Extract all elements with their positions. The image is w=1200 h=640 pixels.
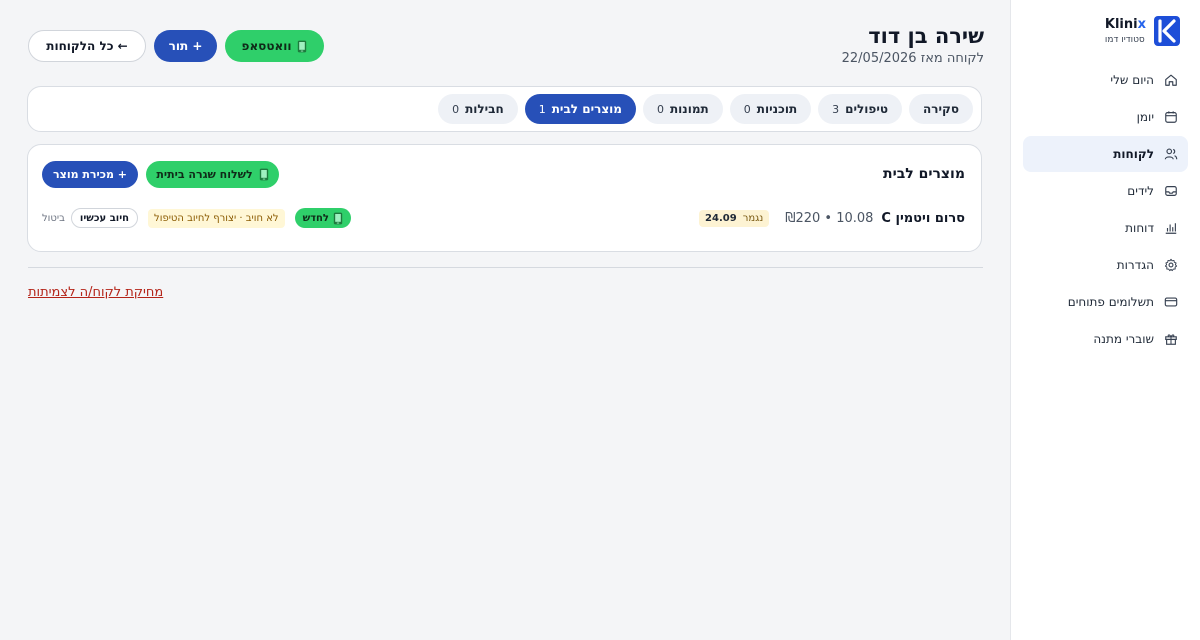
tab-label: טיפולים: [845, 102, 888, 116]
inbox-icon: [1165, 186, 1177, 196]
sidebar-item-label: תשלומים פתוחים: [1067, 295, 1154, 309]
section-title: מוצרים לבית: [883, 166, 965, 182]
product-price-date: ₪220 • 10.08: [785, 210, 874, 226]
tab-count: 0: [452, 102, 460, 116]
sidebar-item-label: הגדרות: [1116, 258, 1154, 272]
ends-label: נגמר: [742, 212, 764, 224]
sidebar-item-clients[interactable]: לקוחות: [1023, 136, 1188, 172]
tab-label: סקירה: [923, 102, 959, 116]
main-content: שירה בן דוד לקוחה מאז 22/05/2026 ← כל הל…: [0, 0, 1010, 640]
charge-status-badge: לא חויב · יצורף לחיוב הטיפול: [148, 208, 285, 228]
sidebar-item-label: יומן: [1136, 110, 1154, 124]
sidebar-item-reports[interactable]: דוחות: [1023, 210, 1188, 246]
tab-count: 0: [656, 102, 664, 116]
sidebar-item-settings[interactable]: הגדרות: [1023, 247, 1188, 283]
sidebar-item-label: שוברי מתנה: [1093, 332, 1154, 346]
all-clients-label: ← כל הלקוחות: [46, 39, 128, 53]
studio-name: סטודיו דמו: [1104, 35, 1145, 45]
tab-label: תמונות: [669, 102, 709, 116]
phone-icon: [259, 168, 268, 181]
client-since: לקוחה מאז 22/05/2026: [841, 51, 984, 66]
whatsapp-label: וואטסאפ: [241, 39, 292, 53]
tab-count: 3: [832, 102, 840, 116]
tabs: סקירה טיפולים 3 תוכניות 0 תמונות 0 מוצרי…: [438, 94, 973, 124]
brand-name: Klinix: [1104, 17, 1146, 32]
product-row: סרום ויטמין C ₪220 • 10.08 נגמר 24.09 לח…: [42, 207, 965, 229]
sidebar-item-gift-vouchers[interactable]: שוברי מתנה: [1023, 321, 1188, 357]
tab-label: מוצרים לבית: [551, 102, 622, 116]
tab-packages[interactable]: חבילות 0: [438, 94, 518, 124]
phone-icon: [333, 212, 343, 224]
sell-product-label: + מכירת מוצר: [53, 168, 127, 181]
sidebar-item-open-payments[interactable]: תשלומים פתוחים: [1023, 284, 1188, 320]
ends-badge: נגמר 24.09: [699, 209, 770, 227]
sidebar-item-calendar[interactable]: יומן: [1023, 99, 1188, 135]
client-name: שירה בן דוד: [868, 24, 984, 48]
tab-plans[interactable]: תוכניות 0: [729, 94, 812, 124]
send-home-routine-label: לשלוח שגרה ביתית: [156, 168, 253, 181]
charge-now-button[interactable]: חיוב עכשיו: [70, 208, 139, 228]
sidebar-nav: היום שלי יומן לקוחות לידים דוחות הגדרות …: [1023, 62, 1188, 358]
gear-icon: [1164, 258, 1178, 272]
cancel-button[interactable]: ביטול: [42, 213, 65, 224]
gift-icon: [1165, 334, 1177, 345]
sidebar-item-label: לידים: [1127, 184, 1154, 198]
users-icon: [1164, 148, 1178, 160]
sidebar-item-label: דוחות: [1125, 221, 1154, 235]
brand[interactable]: Klinix סטודיו דמו: [1105, 16, 1180, 46]
add-appointment-button[interactable]: + תור: [154, 30, 217, 62]
client-tabs-bar: סקירה טיפולים 3 תוכניות 0 תמונות 0 מוצרי…: [27, 86, 982, 132]
klinix-logo-icon: [1154, 16, 1180, 46]
tab-home-products[interactable]: מוצרים לבית 1: [524, 94, 636, 124]
delete-client-link[interactable]: מחיקת לקוח/ה לצמיתות: [28, 285, 163, 300]
renew-button[interactable]: לחדש: [294, 208, 351, 228]
send-home-routine-button[interactable]: לשלוח שגרה ביתית: [146, 161, 279, 188]
sidebar-item-label: לקוחות: [1113, 147, 1154, 161]
tab-photos[interactable]: תמונות 0: [642, 94, 723, 124]
home-icon: [1165, 74, 1177, 86]
tab-count: 1: [538, 102, 546, 116]
renew-label: לחדש: [302, 212, 329, 224]
product-name: סרום ויטמין C: [881, 210, 965, 226]
divider: [28, 267, 983, 268]
sidebar: Klinix סטודיו דמו היום שלי יומן לקוחות ל…: [1010, 0, 1200, 640]
sidebar-item-label: היום שלי: [1110, 73, 1154, 87]
sidebar-item-my-day[interactable]: היום שלי: [1023, 62, 1188, 98]
credit-card-icon: [1164, 297, 1178, 307]
phone-icon: [298, 40, 307, 52]
tab-count: 0: [743, 102, 751, 116]
all-clients-button[interactable]: ← כל הלקוחות: [28, 30, 146, 62]
ends-date: 24.09: [705, 212, 737, 224]
sidebar-item-leads[interactable]: לידים: [1023, 173, 1188, 209]
sell-product-button[interactable]: + מכירת מוצר: [42, 161, 138, 188]
tab-overview[interactable]: סקירה: [909, 94, 973, 124]
whatsapp-button[interactable]: וואטסאפ: [225, 30, 324, 62]
tab-label: חבילות: [465, 102, 504, 116]
bar-chart-icon: [1165, 223, 1177, 234]
add-appointment-label: + תור: [168, 39, 203, 53]
products-actions: + מכירת מוצר לשלוח שגרה ביתית: [42, 161, 279, 188]
tab-label: תוכניות: [756, 102, 798, 116]
header-actions: ← כל הלקוחות + תור וואטסאפ: [28, 30, 324, 62]
home-products-card: מוצרים לבית + מכירת מוצר לשלוח שגרה ביתי…: [27, 144, 982, 252]
calendar-icon: [1165, 111, 1177, 123]
tab-treatments[interactable]: טיפולים 3: [818, 94, 902, 124]
